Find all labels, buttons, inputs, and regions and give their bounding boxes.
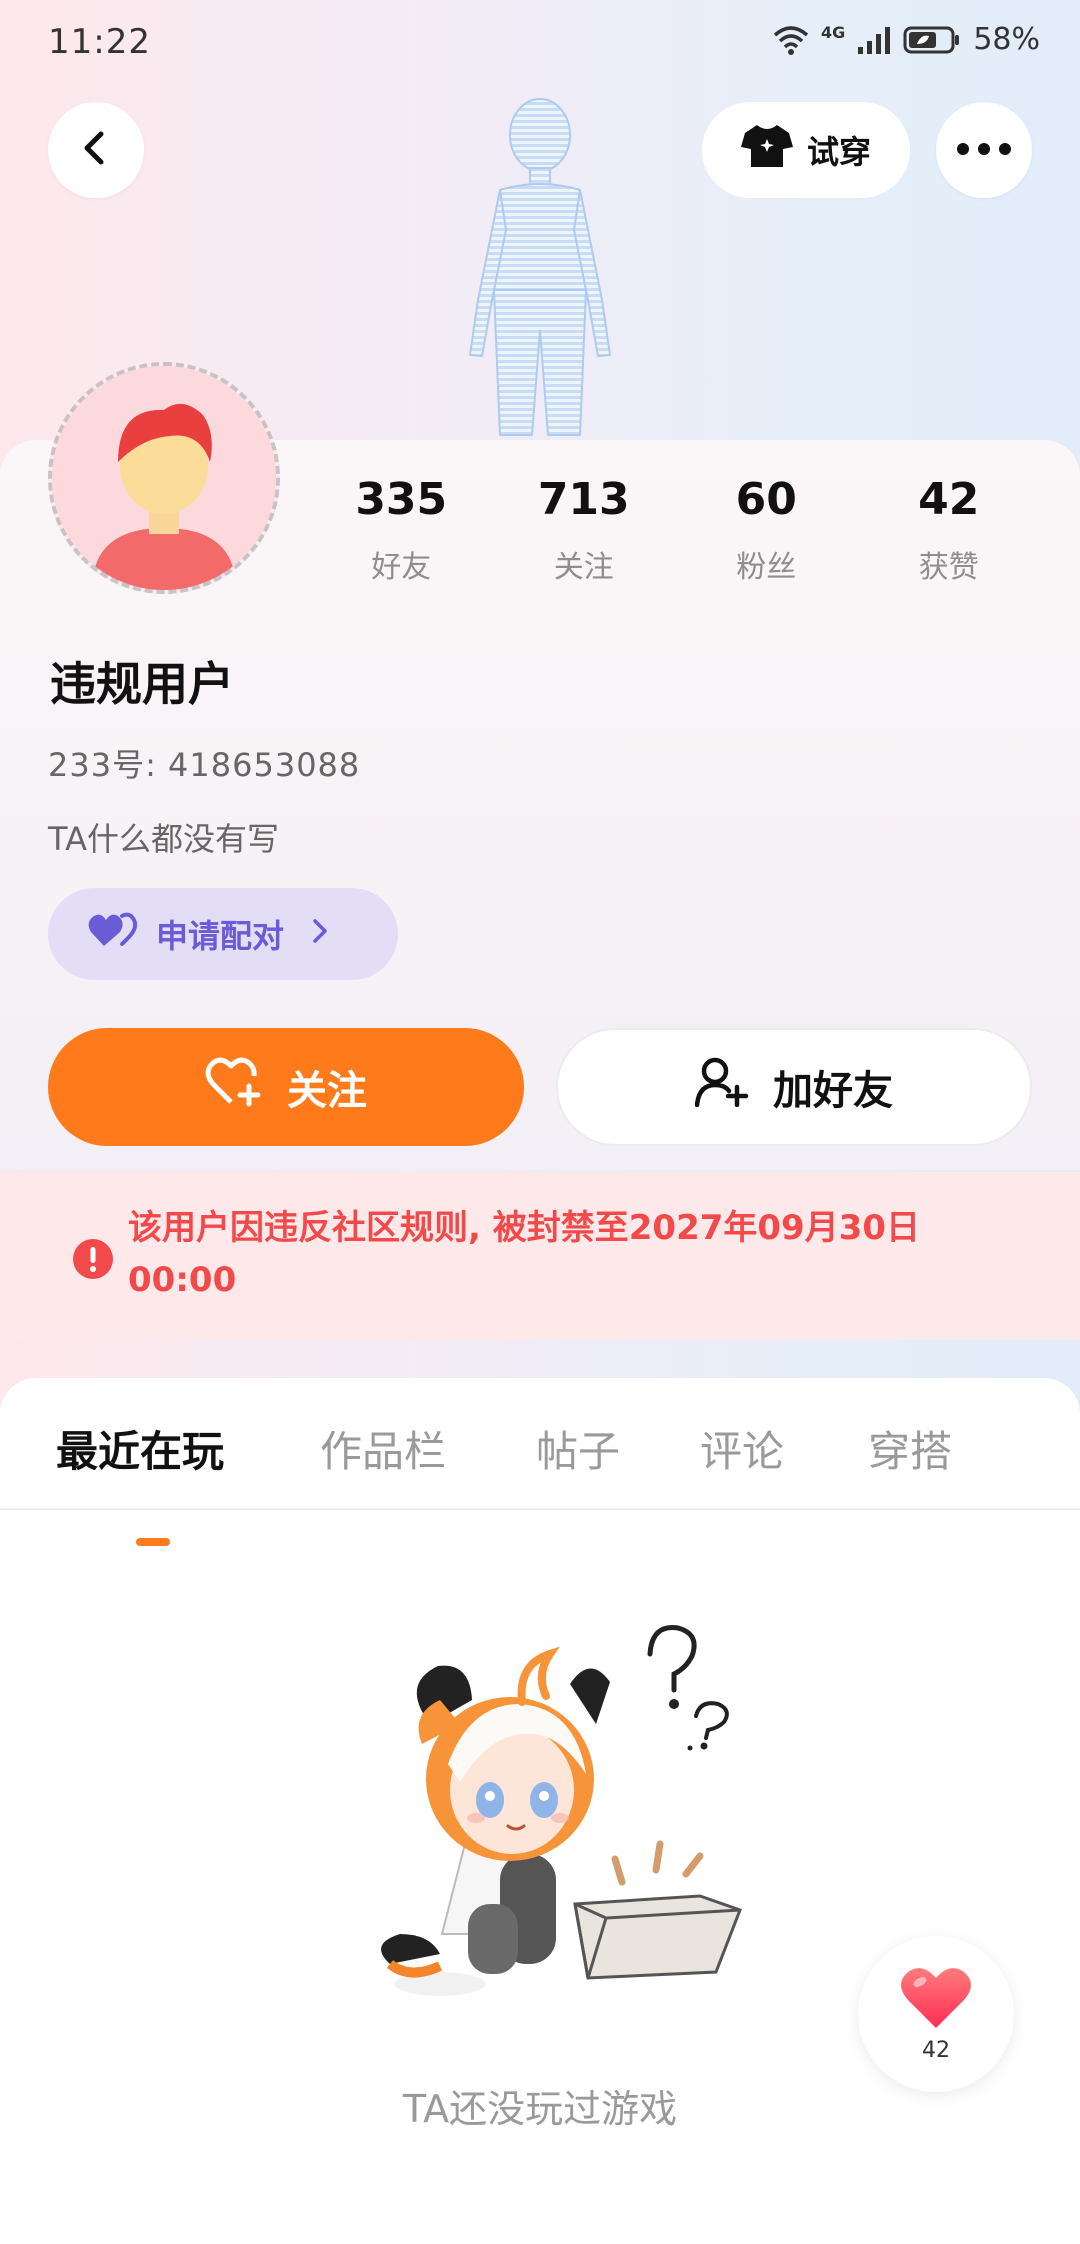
ban-notice-banner: 该用户因违反社区规则, 被封禁至2027年09月30日00:00	[0, 1172, 1080, 1340]
battery-level: 58%	[973, 22, 1040, 57]
double-heart-icon	[88, 912, 138, 956]
stat-label: 获赞	[918, 550, 979, 585]
signal-icon	[857, 25, 891, 55]
stat-value: 713	[537, 474, 630, 525]
tab-works[interactable]: 作品栏	[320, 1418, 446, 1479]
status-indicators: 4G 58%	[773, 22, 1040, 57]
like-button[interactable]: 42	[858, 1936, 1014, 2092]
tab-bar: 最近在玩 作品栏 帖子 评论 穿搭	[0, 1418, 1080, 1546]
add-friend-label: 加好友	[773, 1068, 893, 1114]
alert-icon	[72, 1238, 114, 1284]
stat-label: 关注	[553, 550, 614, 585]
chevron-left-icon	[76, 128, 116, 172]
stat-value: 60	[735, 474, 797, 525]
heart-icon	[900, 1966, 972, 2034]
tab-divider	[0, 1508, 1080, 1510]
try-on-button[interactable]: 试穿	[702, 102, 910, 198]
status-bar: 11:22 4G 58%	[0, 0, 1080, 90]
battery-icon	[903, 25, 961, 55]
follow-label: 关注	[287, 1068, 367, 1114]
content-panel: 最近在玩 作品栏 帖子 评论 穿搭 TA还没玩过游戏	[0, 1378, 1080, 2244]
wifi-icon	[773, 25, 809, 55]
stat-friends[interactable]: 335 好友	[310, 470, 493, 600]
follow-button[interactable]: 关注	[48, 1028, 524, 1146]
network-label: 4G	[821, 23, 846, 42]
stat-label: 粉丝	[736, 550, 797, 585]
stat-following[interactable]: 713 关注	[493, 470, 676, 600]
tab-comments[interactable]: 评论	[700, 1418, 784, 1479]
profile-page: 11:22 4G 58% 试穿 335 好友 713 关注 60 粉丝 42 获…	[0, 0, 1080, 2244]
tab-outfits[interactable]: 穿搭	[868, 1418, 952, 1479]
empty-state-illustration	[360, 1604, 760, 2004]
try-on-label: 试穿	[806, 133, 871, 171]
user-bio: TA什么都没有写	[48, 820, 279, 858]
tab-recently-played[interactable]: 最近在玩	[56, 1418, 224, 1479]
user-plus-icon	[694, 1057, 749, 1117]
stat-label: 好友	[371, 550, 432, 585]
tab-indicator	[136, 1538, 170, 1546]
status-time: 11:22	[48, 22, 151, 62]
stat-value: 42	[918, 474, 980, 525]
user-id: 233号: 418653088	[48, 746, 361, 784]
more-dots-icon	[956, 141, 1012, 160]
stats-row: 335 好友 713 关注 60 粉丝 42 获赞	[310, 470, 1040, 600]
ban-notice-text: 该用户因违反社区规则, 被封禁至2027年09月30日00:00	[128, 1208, 921, 1300]
add-friend-button[interactable]: 加好友	[556, 1028, 1032, 1146]
back-button[interactable]	[48, 102, 144, 198]
heart-plus-icon	[205, 1056, 263, 1118]
stat-value: 335	[355, 474, 448, 525]
stat-fans[interactable]: 60 粉丝	[675, 470, 858, 600]
shirt-icon	[740, 123, 793, 177]
stat-likes[interactable]: 42 获赞	[858, 470, 1041, 600]
tab-posts[interactable]: 帖子	[536, 1418, 620, 1479]
avatar-figure	[440, 90, 640, 440]
avatar[interactable]	[48, 362, 280, 594]
like-count: 42	[922, 2037, 950, 2063]
pair-label: 申请配对	[156, 917, 285, 955]
username: 违规用户	[50, 657, 234, 711]
request-pair-button[interactable]: 申请配对	[48, 888, 398, 980]
chevron-right-icon	[310, 915, 330, 953]
more-button[interactable]	[936, 102, 1032, 198]
